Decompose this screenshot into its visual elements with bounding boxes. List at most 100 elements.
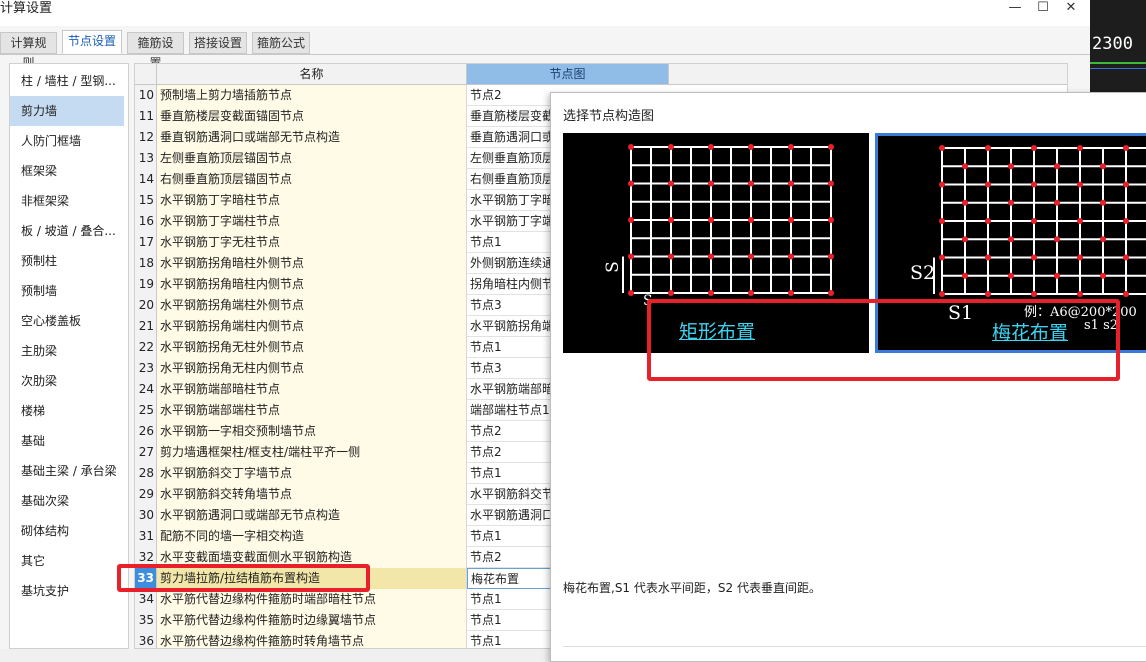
tie-bar-dot <box>1077 254 1083 261</box>
header-rownum <box>135 64 157 84</box>
tie-bar-dot <box>1123 181 1129 188</box>
tie-bar-dot <box>962 163 968 170</box>
maximize-button[interactable]: ☐ <box>1030 0 1056 18</box>
diagram-description: 梅花布置,S1 代表水平间距，S2 代表垂直间距。 <box>563 581 821 595</box>
header-name[interactable]: 名称 <box>157 64 467 84</box>
tie-bar-dot <box>708 290 714 296</box>
sidebar-item-precast-column[interactable]: 预制柱 <box>10 246 128 276</box>
row-number: 20 <box>135 295 157 316</box>
row-name[interactable]: 预制墙上剪力墙插筋节点 <box>157 85 467 106</box>
row-name[interactable]: 水平钢筋丁字端柱节点 <box>157 211 467 232</box>
sidebar-item-pit-support[interactable]: 基坑支护 <box>10 576 128 606</box>
tie-bar-dot <box>1077 218 1083 224</box>
sidebar-item-main-rib-beam[interactable]: 主肋梁 <box>10 336 128 366</box>
sidebar-item-masonry[interactable]: 砌体结构 <box>10 516 128 546</box>
row-name[interactable]: 水平钢筋丁字暗柱节点 <box>157 190 467 211</box>
close-button[interactable]: ✕ <box>1058 0 1084 18</box>
row-name[interactable]: 水平钢筋拐角无柱外侧节点 <box>157 337 467 358</box>
tie-bar-dot <box>985 254 991 261</box>
sidebar-item-non-frame-beam[interactable]: 非框架梁 <box>10 186 128 216</box>
row-number: 31 <box>135 526 157 547</box>
row-name[interactable]: 垂直钢筋遇洞口或端部无节点构造 <box>157 127 467 148</box>
tab-stirrup-settings[interactable]: 箍筋设置 <box>127 32 184 70</box>
sidebar-item-precast-wall[interactable]: 预制墙 <box>10 276 128 306</box>
minimize-button[interactable]: — <box>1002 0 1028 18</box>
background-line-green <box>1090 62 1146 64</box>
row-name[interactable]: 配筋不同的墙一字相交构造 <box>157 526 467 547</box>
node-diagram-popup: 选择节点构造图 S S 矩形布置 S2 S1 例：A6@200*200 s1 s… <box>550 92 1146 662</box>
tab-divider <box>0 54 1090 55</box>
row-number: 26 <box>135 421 157 442</box>
row-name[interactable]: 左侧垂直筋顶层锚固节点 <box>157 148 467 169</box>
sidebar-item-hollow-slab[interactable]: 空心楼盖板 <box>10 306 128 336</box>
row-name[interactable]: 水平钢筋拐角暗柱外侧节点 <box>157 253 467 274</box>
sidebar-item-other[interactable]: 其它 <box>10 546 128 576</box>
tab-calc-rules[interactable]: 计算规则 <box>0 32 57 70</box>
tie-bar-dot <box>962 272 968 279</box>
tie-bar-dot <box>1054 236 1060 243</box>
row-number: 25 <box>135 400 157 421</box>
row-name[interactable]: 水平钢筋斜交转角墙节点 <box>157 484 467 505</box>
tie-bar-dot <box>1123 254 1129 261</box>
sidebar-item-foundation-main-beam[interactable]: 基础主梁 / 承台梁 <box>10 456 128 486</box>
row-name[interactable]: 水平钢筋遇洞口或端部无节点构造 <box>157 505 467 526</box>
row-name[interactable]: 剪力墙遇框架柱/框支柱/端柱平齐一侧 <box>157 442 467 463</box>
row-number: 35 <box>135 610 157 631</box>
tie-bar-dot <box>1123 218 1129 224</box>
tie-bar-dot <box>1077 181 1083 188</box>
tab-node-settings[interactable]: 节点设置 <box>62 30 122 54</box>
row-name[interactable]: 垂直筋楼层变截面锚固节点 <box>157 106 467 127</box>
row-name[interactable]: 水平钢筋拐角端柱外侧节点 <box>157 295 467 316</box>
tie-bar-dot <box>1100 163 1106 170</box>
tie-bar-dot <box>939 218 945 224</box>
sidebar-item-slab[interactable]: 板 / 坡道 / 叠合... <box>10 216 128 246</box>
sidebar-item-foundation[interactable]: 基础 <box>10 426 128 456</box>
sidebar-item-secondary-rib-beam[interactable]: 次肋梁 <box>10 366 128 396</box>
header-node-diagram[interactable]: 节点图 <box>467 64 669 84</box>
row-number: 15 <box>135 190 157 211</box>
tie-bar-dot <box>788 290 794 296</box>
row-name[interactable]: 水平钢筋拐角端柱内侧节点 <box>157 316 467 337</box>
row-name[interactable]: 水平钢筋端部端柱节点 <box>157 400 467 421</box>
label-s2: S2 <box>910 262 936 284</box>
row-name[interactable]: 水平钢筋拐角暗柱内侧节点 <box>157 274 467 295</box>
row-name[interactable]: 水平筋代替边缘构件箍筋时边缘翼墙节点 <box>157 610 467 631</box>
sidebar-item-shear-wall[interactable]: 剪力墙 <box>10 96 124 126</box>
row-name[interactable]: 水平钢筋丁字无柱节点 <box>157 232 467 253</box>
row-name[interactable]: 水平钢筋端部暗柱节点 <box>157 379 467 400</box>
tie-bar-dot <box>1100 236 1106 243</box>
component-sidebar: 柱 / 墙柱 / 型钢... 剪力墙 人防门框墙 框架梁 非框架梁 板 / 坡道… <box>9 63 129 649</box>
grid-header: 名称 节点图 <box>135 64 1067 85</box>
title-bar: 计算设置 — ☐ ✕ <box>0 0 1090 26</box>
row-name[interactable]: 水平筋代替边缘构件箍筋时转角墙节点 <box>157 631 467 648</box>
tie-bar-dot <box>628 217 634 223</box>
sidebar-item-column[interactable]: 柱 / 墙柱 / 型钢... <box>10 66 128 96</box>
sidebar-item-frame-beam[interactable]: 框架梁 <box>10 156 128 186</box>
tie-bar-dot <box>985 145 991 151</box>
tie-bar-dot <box>1100 199 1106 206</box>
tie-bar-dot <box>628 290 634 296</box>
tab-lap-settings[interactable]: 搭接设置 <box>189 32 247 54</box>
tie-bar-dot <box>668 144 674 150</box>
tie-bar-dot <box>1008 163 1014 170</box>
tie-bar-dot <box>939 254 945 261</box>
row-name[interactable]: 水平钢筋拐角无柱内侧节点 <box>157 358 467 379</box>
row-number: 18 <box>135 253 157 274</box>
tab-stirrup-formula[interactable]: 箍筋公式 <box>252 32 310 54</box>
row-name[interactable]: 水平钢筋一字相交预制墙节点 <box>157 421 467 442</box>
sidebar-item-stair[interactable]: 楼梯 <box>10 396 128 426</box>
row-name[interactable]: 水平钢筋斜交丁字墙节点 <box>157 463 467 484</box>
tie-bar-dot <box>668 253 674 260</box>
tie-bar-dot <box>748 180 754 187</box>
row-name[interactable]: 水平筋代替边缘构件箍筋时端部暗柱节点 <box>157 589 467 610</box>
row-number: 28 <box>135 463 157 484</box>
tie-bar-dot <box>1054 272 1060 279</box>
row-name[interactable]: 右侧垂直筋顶层锚固节点 <box>157 169 467 190</box>
tie-bar-dot <box>1031 145 1037 151</box>
sidebar-item-foundation-secondary-beam[interactable]: 基础次梁 <box>10 486 128 516</box>
tie-bar-dot <box>668 290 674 296</box>
row-number: 34 <box>135 589 157 610</box>
sidebar-item-civil-defense-door[interactable]: 人防门框墙 <box>10 126 128 156</box>
tie-bar-dot <box>788 180 794 187</box>
tie-bar-dot <box>1054 163 1060 170</box>
